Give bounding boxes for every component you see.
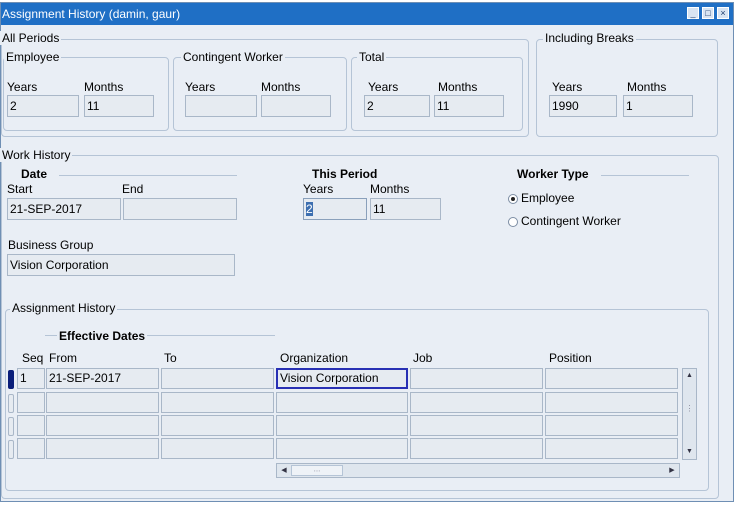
col-organization-header: Organization: [280, 351, 349, 365]
breaks-years-field[interactable]: 1990: [549, 95, 617, 117]
scroll-thumb-icon[interactable]: ∙∙∙: [291, 465, 343, 476]
effective-dates-heading: Effective Dates: [57, 329, 148, 343]
title-bar[interactable]: Assignment History (damin, gaur) _ □ ×: [1, 3, 733, 25]
scroll-up-icon[interactable]: ▲: [684, 370, 695, 382]
row3-to-cell[interactable]: [161, 415, 274, 436]
scroll-grip-icon[interactable]: ⋮: [684, 405, 695, 419]
horizontal-scrollbar[interactable]: ◀ ∙∙∙ ▶: [276, 463, 680, 478]
row4-to-cell[interactable]: [161, 438, 274, 459]
row4-from-cell[interactable]: [46, 438, 159, 459]
employee-radio-label: Employee: [521, 191, 575, 205]
row1-position-cell[interactable]: [545, 368, 678, 389]
employee-months-field[interactable]: 11: [84, 95, 154, 117]
total-years-field[interactable]: 2: [364, 95, 430, 117]
row2-organization-cell[interactable]: [276, 392, 408, 413]
work-history-label: Work History: [0, 148, 73, 162]
breaks-years-label: Years: [552, 80, 583, 94]
col-seq-header: Seq: [22, 351, 44, 365]
scroll-down-icon[interactable]: ▼: [684, 446, 695, 458]
row3-from-cell[interactable]: [46, 415, 159, 436]
all-periods-label: All Periods: [0, 31, 62, 45]
breaks-months-field[interactable]: 1: [623, 95, 693, 117]
row1-seq-cell[interactable]: 1: [17, 368, 45, 389]
end-date-field[interactable]: [123, 198, 237, 220]
row3-organization-cell[interactable]: [276, 415, 408, 436]
scroll-left-icon[interactable]: ◀: [278, 464, 290, 477]
total-months-field[interactable]: 11: [434, 95, 504, 117]
contingent-years-label: Years: [185, 80, 216, 94]
business-group-field[interactable]: Vision Corporation: [7, 254, 235, 276]
row2-job-cell[interactable]: [410, 392, 543, 413]
start-label: Start: [7, 182, 33, 196]
business-group-label: Business Group: [8, 238, 94, 252]
row1-from-cell[interactable]: 21-SEP-2017: [46, 368, 159, 389]
employee-radio[interactable]: [508, 194, 518, 204]
row4-job-cell[interactable]: [410, 438, 543, 459]
col-job-header: Job: [413, 351, 433, 365]
row3-indicator[interactable]: [8, 417, 14, 436]
col-position-header: Position: [549, 351, 592, 365]
row1-to-cell[interactable]: [161, 368, 274, 389]
contingent-months-field[interactable]: [261, 95, 331, 117]
total-group: [351, 57, 523, 131]
maximize-icon[interactable]: □: [702, 7, 714, 19]
date-heading: Date: [21, 167, 48, 181]
row2-position-cell[interactable]: [545, 392, 678, 413]
row4-seq-cell[interactable]: [17, 438, 45, 459]
employee-years-field[interactable]: 2: [7, 95, 79, 117]
date-heading-rule: [59, 175, 237, 176]
end-label: End: [122, 182, 144, 196]
worker-type-heading: Worker Type: [517, 167, 589, 181]
breaks-months-label: Months: [627, 80, 667, 94]
assignment-history-window: Assignment History (damin, gaur) _ □ × A…: [0, 2, 734, 502]
vertical-scrollbar[interactable]: ▲ ⋮ ▼: [682, 368, 697, 460]
current-record-indicator[interactable]: [8, 370, 14, 389]
row2-seq-cell[interactable]: [17, 392, 45, 413]
row2-indicator[interactable]: [8, 394, 14, 413]
this-period-years-field[interactable]: 2: [303, 198, 367, 220]
worker-type-heading-rule: [601, 175, 689, 176]
this-period-months-field[interactable]: 11: [370, 198, 441, 220]
row2-to-cell[interactable]: [161, 392, 274, 413]
col-from-header: From: [49, 351, 77, 365]
this-period-years-value: 2: [306, 202, 313, 216]
contingent-worker-radio-label: Contingent Worker: [521, 214, 621, 228]
row1-job-cell[interactable]: [410, 368, 543, 389]
contingent-group: [173, 57, 347, 131]
minimize-icon[interactable]: _: [687, 7, 699, 19]
employee-group: [3, 57, 169, 131]
row2-from-cell[interactable]: [46, 392, 159, 413]
contingent-years-field[interactable]: [185, 95, 257, 117]
close-icon[interactable]: ×: [717, 7, 729, 19]
row4-organization-cell[interactable]: [276, 438, 408, 459]
total-years-label: Years: [368, 80, 399, 94]
start-date-field[interactable]: 21-SEP-2017: [7, 198, 121, 220]
assignment-history-label: Assignment History: [10, 301, 118, 315]
row1-organization-cell[interactable]: Vision Corporation: [276, 368, 408, 389]
employee-group-label: Employee: [4, 50, 62, 64]
contingent-worker-radio[interactable]: [508, 217, 518, 227]
row3-position-cell[interactable]: [545, 415, 678, 436]
row3-job-cell[interactable]: [410, 415, 543, 436]
employee-years-label: Years: [7, 80, 38, 94]
contingent-months-label: Months: [261, 80, 301, 94]
row4-indicator[interactable]: [8, 440, 14, 459]
window-title: Assignment History (damin, gaur): [2, 7, 181, 21]
scroll-right-icon[interactable]: ▶: [666, 464, 678, 477]
total-group-label: Total: [357, 50, 387, 64]
row4-position-cell[interactable]: [545, 438, 678, 459]
contingent-group-label: Contingent Worker: [181, 50, 285, 64]
employee-months-label: Months: [84, 80, 124, 94]
this-period-heading: This Period: [312, 167, 378, 181]
col-to-header: To: [164, 351, 177, 365]
including-breaks-label: Including Breaks: [543, 31, 636, 45]
this-period-months-label: Months: [370, 182, 410, 196]
row3-seq-cell[interactable]: [17, 415, 45, 436]
total-months-label: Months: [438, 80, 478, 94]
this-period-years-label: Years: [303, 182, 334, 196]
